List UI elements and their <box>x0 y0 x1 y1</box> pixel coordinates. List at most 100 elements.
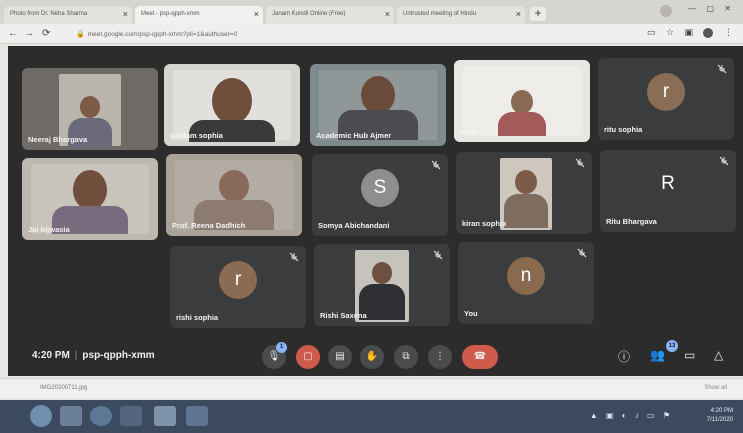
participant-tile[interactable]: Rishi Saxena <box>314 244 450 326</box>
close-tab-icon[interactable]: × <box>516 9 521 19</box>
close-tab-icon[interactable]: × <box>385 9 390 19</box>
browser-tab-2[interactable]: Meet - psp-qpph-xmm × <box>135 6 263 24</box>
captions-button[interactable]: ▤ <box>328 345 352 369</box>
meet-video-grid: Neeraj Bhargava gautam sophia Academic H… <box>8 46 743 376</box>
taskbar-app-icon[interactable] <box>90 406 112 426</box>
raise-hand-button[interactable]: ✋ <box>360 345 384 369</box>
participant-tile[interactable]: R Ritu Bhargava <box>600 150 736 232</box>
system-tray[interactable]: ▲ ▣ ◐ ♪ ▭ ⚑ <box>590 411 673 420</box>
account-icon[interactable] <box>703 27 714 38</box>
more-options-button[interactable]: ⋮ <box>428 345 452 369</box>
forward-arrow-icon[interactable]: → <box>24 28 34 39</box>
participant-name: Rishi Saxena <box>320 311 367 320</box>
browser-toolbar: ▭ ☆ ▣ ⋮ <box>639 27 733 38</box>
reload-icon[interactable]: ⟳ <box>42 28 50 39</box>
participant-tile[interactable]: n You <box>458 242 594 324</box>
url-text: meet.google.com/psp-qpph-xmm?pli=1&authu… <box>87 31 238 38</box>
mic-off-icon <box>431 160 441 170</box>
participant-name: Jai bijwasia <box>28 225 70 234</box>
avatar: n <box>507 257 545 296</box>
participant-tile[interactable]: kiran sophia <box>456 152 592 234</box>
present-screen-icon: ⧉ <box>402 351 410 362</box>
participant-video <box>31 164 149 234</box>
tab-label: Meet - psp-qpph-xmm <box>141 11 200 17</box>
meeting-code: psp-qpph-xmm <box>82 350 155 361</box>
participant-tile[interactable]: Jai bijwasia <box>22 158 158 240</box>
download-item[interactable]: IMG20200711.jpg <box>40 385 87 391</box>
taskbar-chrome-icon[interactable] <box>154 406 176 426</box>
people-icon[interactable]: 👥 <box>650 348 665 362</box>
star-icon[interactable]: ☆ <box>666 27 674 37</box>
participant-name: ritu sophia <box>604 125 643 134</box>
participant-name: kiran sophia <box>462 219 507 228</box>
activities-icon[interactable]: △ <box>714 348 723 362</box>
camera-icon[interactable]: ▭ <box>647 27 656 37</box>
menu-dots-icon[interactable]: ⋮ <box>724 27 733 37</box>
participant-tile[interactable]: Prof. Reena Dadhich <box>166 154 302 236</box>
camera-off-icon: ▢ <box>303 351 313 362</box>
url-input[interactable]: 🔒 meet.google.com/psp-qpph-xmm?pli=1&auth… <box>72 27 592 41</box>
participant-name: Neeraj Bhargava <box>28 135 88 144</box>
participant-tile[interactable]: gautam sophia <box>164 64 300 146</box>
mic-off-icon <box>575 158 585 168</box>
avatar: r <box>219 261 257 300</box>
address-bar-row: ← → ⟳ 🔒 meet.google.com/psp-qpph-xmm?pli=… <box>0 24 743 44</box>
present-button[interactable]: ⧉ <box>394 345 418 369</box>
participant-video <box>175 160 293 230</box>
show-all-downloads-link[interactable]: Show all <box>704 385 727 391</box>
chat-icon[interactable]: ▭ <box>684 348 695 362</box>
browser-tab-4[interactable]: Untrusted meeting of Hindu × <box>397 6 525 24</box>
close-tab-icon[interactable]: × <box>254 9 259 19</box>
browser-tab-1[interactable]: Photo from Dr. Neha Sharma × <box>4 6 132 24</box>
participant-name: Academic Hub Ajmer <box>316 131 392 140</box>
avatar: R <box>649 165 687 204</box>
camera-button[interactable]: ▢ <box>296 345 320 369</box>
participant-tile[interactable]: Neeraj Bhargava <box>22 68 158 150</box>
start-button-icon[interactable] <box>30 405 52 427</box>
meeting-info: 4:20 PM | psp-qpph-xmm <box>32 350 155 361</box>
taskbar-app-icon[interactable] <box>186 406 208 426</box>
mic-off-icon <box>577 248 587 258</box>
leave-call-button[interactable]: ☎ <box>462 345 498 369</box>
participant-video <box>173 70 291 142</box>
taskbar-date: 7/11/2020 <box>706 417 733 423</box>
participant-video <box>319 70 437 140</box>
taskbar-clock[interactable]: 4:20 PM 7/11/2020 <box>707 407 733 425</box>
participant-tile[interactable]: S Somya Abichandani <box>312 154 448 236</box>
browser-tab-strip: Photo from Dr. Neha Sharma × Meet - psp-… <box>0 0 743 24</box>
participant-tile[interactable]: Academic Hub Ajmer <box>310 64 446 146</box>
taskbar: ▲ ▣ ◐ ♪ ▭ ⚑ 4:20 PM 7/11/2020 <box>0 400 743 433</box>
participant-video <box>463 66 581 136</box>
new-tab-button[interactable]: + <box>530 7 546 21</box>
meeting-control-bar: 4:20 PM | psp-qpph-xmm 🎙 1 ▢ ▤ ✋ ⧉ ⋮ ☎ ⓘ 👥… <box>8 338 743 376</box>
participant-name: Somya Abichandani <box>318 221 390 230</box>
participant-name: rishi sophia <box>176 313 219 322</box>
participant-video <box>500 158 552 230</box>
mic-off-icon <box>717 64 727 74</box>
participant-count-badge: 13 <box>666 340 678 352</box>
profile-icon[interactable] <box>660 5 672 17</box>
browser-tab-3[interactable]: Janam Kundli Online (Free) × <box>266 6 394 24</box>
more-vert-icon: ⋮ <box>435 351 445 362</box>
close-tab-icon[interactable]: × <box>123 9 128 19</box>
participant-name: Ritu Bhargava <box>606 217 657 226</box>
participant-name: Prof. Reena Dadhich <box>172 221 246 230</box>
participant-name: sarla <box>460 127 478 136</box>
participant-tile[interactable]: r rishi sophia <box>170 246 306 328</box>
tab-label: Untrusted meeting of Hindu <box>403 11 477 17</box>
extension-icon[interactable]: ▣ <box>684 27 693 37</box>
taskbar-app-icon[interactable] <box>60 406 82 426</box>
participant-name: You <box>464 309 478 318</box>
participant-tile[interactable]: sarla <box>454 60 590 142</box>
window-controls[interactable]: — ▢ ✕ <box>688 4 735 13</box>
hand-icon: ✋ <box>365 351 379 362</box>
back-arrow-icon[interactable]: ← <box>8 28 18 39</box>
lock-icon: 🔒 <box>76 31 85 38</box>
taskbar-app-icon[interactable] <box>120 406 142 426</box>
meeting-details-icon[interactable]: ⓘ <box>618 348 630 365</box>
taskbar-time: 4:20 PM <box>710 408 733 414</box>
participant-tile[interactable]: r ritu sophia <box>598 58 734 140</box>
avatar: S <box>361 169 399 208</box>
avatar: r <box>647 73 685 112</box>
mic-off-icon <box>719 156 729 166</box>
